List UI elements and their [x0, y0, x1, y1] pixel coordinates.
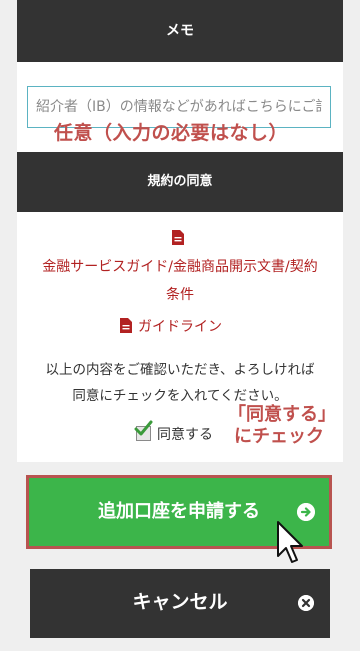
terms-header: 規約の同意 [17, 152, 343, 212]
callout-line2: にチェック [234, 426, 324, 447]
memo-optional-annotation: 任意（入力の必要はなし） [54, 122, 289, 144]
document-icon [172, 230, 184, 245]
consent-notice-line2: 同意にチェックを入れてください。 [72, 388, 288, 404]
fsg-pds-terms-link[interactable]: 金融サービスガイド/金融商品開示文書/契約 [30, 256, 330, 276]
agree-label: 同意する [157, 427, 213, 443]
apply-button-label: 追加口座を申請する [98, 501, 260, 522]
mouse-cursor-icon [277, 521, 303, 563]
cancel-button[interactable]: キャンセル [30, 569, 330, 638]
fsg-pds-terms-link-continued[interactable]: 条件 [30, 284, 330, 304]
guideline-link[interactable]: ガイドライン [120, 316, 222, 336]
consent-notice-line1: 以上の内容をご確認いただき、よろしければ [45, 362, 315, 378]
memo-title: メモ [166, 23, 194, 39]
guideline-label: ガイドライン [138, 319, 222, 335]
cancel-button-label: キャンセル [132, 591, 228, 613]
agree-checkbox-row[interactable]: 同意する [134, 420, 213, 444]
terms-title: 規約の同意 [147, 174, 213, 189]
check-agree-annotation: 「同意する」 にチェック [228, 404, 336, 448]
agree-checkbox[interactable] [134, 420, 153, 441]
close-circle-icon [298, 595, 314, 611]
callout-line1: 「同意する」 [228, 404, 336, 425]
memo-header: メモ [17, 0, 343, 62]
checkmark-icon [134, 420, 153, 436]
arrow-right-circle-icon [297, 503, 315, 521]
document-icon [120, 318, 132, 333]
